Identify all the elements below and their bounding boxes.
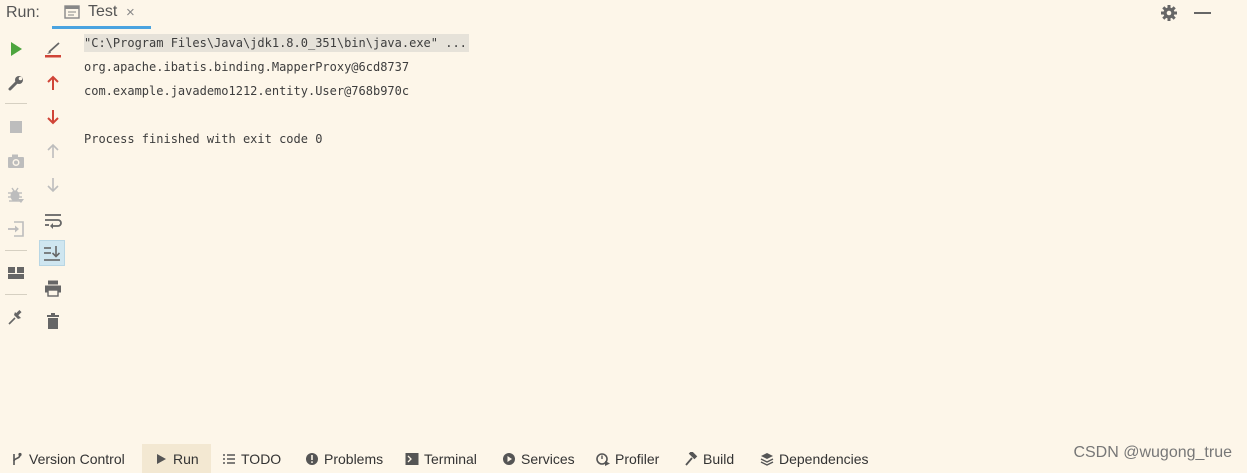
build-button[interactable]: Build: [684, 444, 734, 473]
clear-icon[interactable]: [40, 36, 66, 62]
services-label: Services: [521, 450, 575, 467]
run-tool-button[interactable]: Run: [142, 444, 211, 473]
run-icon[interactable]: [3, 36, 29, 62]
todo-label: TODO: [241, 450, 282, 467]
tab-active-indicator: [52, 26, 151, 29]
problems-button[interactable]: Problems: [305, 444, 383, 473]
tool-window-bar: Version Control Run TODO Problems Termin…: [0, 444, 1247, 473]
run-icon: [157, 453, 166, 464]
toolbar-separator: [5, 250, 27, 251]
watermark: CSDN @wugong_true: [1073, 444, 1232, 461]
profiler-icon: [596, 452, 610, 466]
camera-icon[interactable]: [3, 148, 29, 174]
run-tool-window-header: Run: Test ×: [0, 0, 1247, 29]
debug-icon[interactable]: [3, 182, 29, 208]
version-control-label: Version Control: [29, 450, 125, 467]
services-icon: [503, 452, 515, 465]
stop-icon[interactable]: [3, 114, 29, 140]
wrench-icon[interactable]: [3, 70, 29, 96]
toolbar-separator: [5, 103, 27, 104]
problems-icon: [306, 452, 318, 465]
tab-test[interactable]: Test ×: [52, 0, 151, 29]
print-icon[interactable]: [40, 275, 66, 301]
terminal-label: Terminal: [424, 450, 477, 467]
tab-label: Test: [88, 3, 118, 20]
todo-button[interactable]: TODO: [222, 444, 281, 473]
problems-label: Problems: [324, 450, 384, 467]
dependencies-label: Dependencies: [779, 450, 869, 467]
minimize-icon[interactable]: [1194, 12, 1211, 14]
console-line-command: "C:\Program Files\Java\jdk1.8.0_351\bin\…: [84, 34, 469, 52]
profiler-button[interactable]: Profiler: [596, 444, 659, 473]
close-icon[interactable]: ×: [126, 4, 135, 21]
terminal-icon: [405, 452, 419, 465]
profiler-label: Profiler: [615, 450, 660, 467]
terminal-button[interactable]: Terminal: [405, 444, 477, 473]
scroll-to-end-icon[interactable]: [39, 240, 65, 266]
branch-icon: [13, 452, 22, 465]
layout-icon[interactable]: [3, 260, 29, 286]
console-tab-icon: [64, 5, 80, 19]
arrow-down-icon[interactable]: [40, 104, 66, 130]
build-label: Build: [703, 450, 735, 467]
run-label: Run:: [6, 4, 40, 21]
trash-icon[interactable]: [40, 308, 66, 334]
dependencies-button[interactable]: Dependencies: [760, 444, 869, 473]
arrow-down-disabled-icon[interactable]: [40, 172, 66, 198]
login-icon[interactable]: [3, 216, 29, 242]
hammer-icon: [685, 451, 698, 466]
toolbar-separator: [5, 294, 27, 295]
dependencies-icon: [760, 452, 774, 466]
console-line: org.apache.ibatis.binding.MapperProxy@6c…: [84, 60, 410, 74]
console-line: com.example.javademo1212.entity.User@768…: [84, 84, 410, 98]
services-button[interactable]: Services: [502, 444, 575, 473]
gear-icon[interactable]: [1160, 4, 1178, 22]
version-control-button[interactable]: Version Control: [10, 444, 125, 473]
arrow-up-icon[interactable]: [40, 70, 66, 96]
soft-wrap-icon[interactable]: [40, 207, 66, 233]
pin-icon[interactable]: [3, 304, 29, 330]
list-icon: [223, 453, 235, 464]
console-line-exit: Process finished with exit code 0: [84, 132, 323, 146]
run-label: Run: [173, 450, 199, 467]
arrow-up-disabled-icon[interactable]: [40, 138, 66, 164]
